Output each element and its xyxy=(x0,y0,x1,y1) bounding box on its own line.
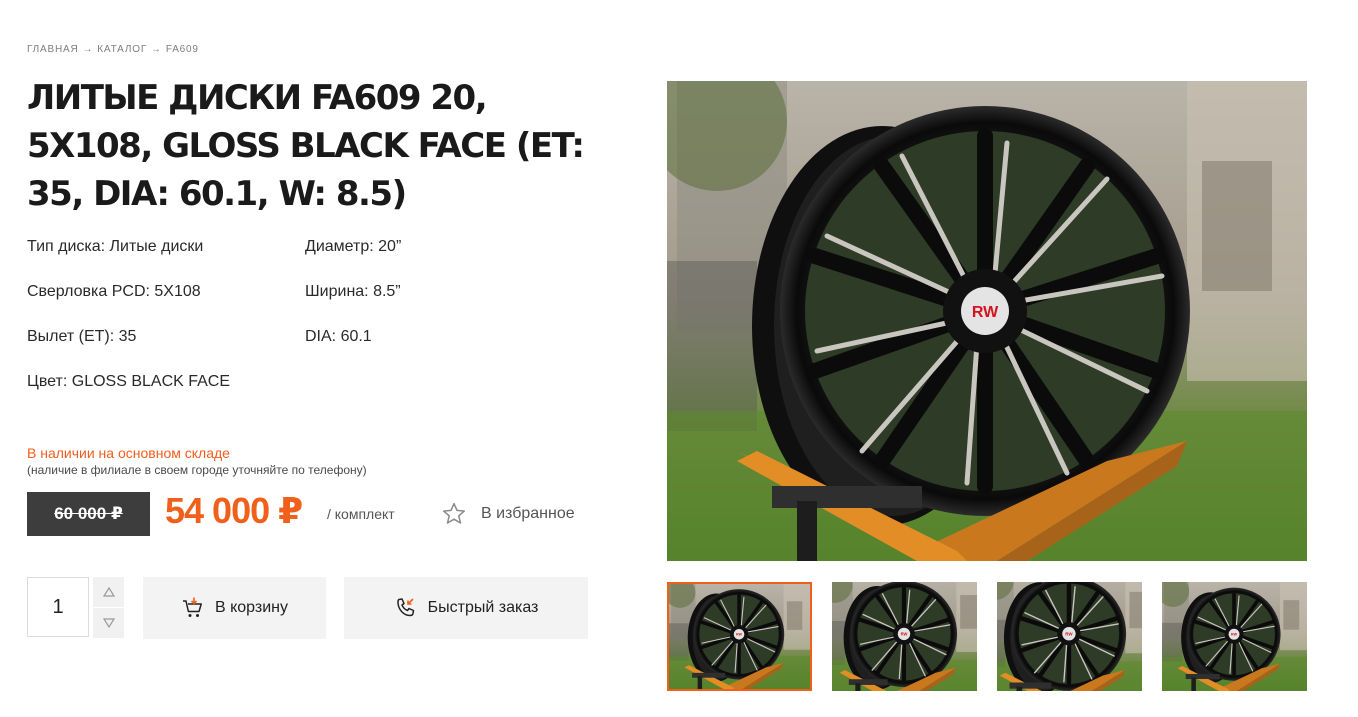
gallery-thumbnail-4[interactable] xyxy=(1162,582,1307,691)
quantity-increase-button[interactable] xyxy=(93,577,124,607)
breadcrumb-separator: → xyxy=(82,44,94,55)
breadcrumb-separator: → xyxy=(151,44,162,55)
spec-color: Цвет: GLOSS BLACK FACE xyxy=(27,373,231,390)
wheel-thumbnail-image xyxy=(669,584,810,689)
spec-et: Вылет (ET): 35 xyxy=(27,328,137,345)
spec-dia: DIA: 60.1 xyxy=(305,328,372,345)
breadcrumb-home-link[interactable]: ГЛАВНАЯ xyxy=(27,44,78,55)
spec-diameter: Диаметр: 20” xyxy=(305,238,402,255)
wheel-thumbnail-image xyxy=(1162,582,1307,691)
product-main-image[interactable] xyxy=(667,81,1307,561)
triangle-up-icon xyxy=(102,587,115,597)
phone-icon xyxy=(396,598,414,617)
spec-width: Ширина: 8.5” xyxy=(305,283,401,300)
gallery-thumbnail-1[interactable] xyxy=(667,582,812,691)
add-to-favorites-button[interactable]: В избранное xyxy=(441,500,575,528)
old-price: 60 000 ₽ xyxy=(54,504,123,523)
cart-icon xyxy=(182,597,202,617)
breadcrumb: ГЛАВНАЯ → КАТАЛОГ → FA609 xyxy=(27,44,199,55)
quantity-decrease-button[interactable] xyxy=(93,608,124,638)
add-to-cart-button[interactable]: В корзину xyxy=(143,577,326,639)
old-price-badge: 60 000 ₽ xyxy=(27,492,150,536)
triangle-down-icon xyxy=(102,618,115,628)
current-price: 54 000 ₽ xyxy=(165,490,303,531)
page-title: ЛИТЫЕ ДИСКИ FA609 20, 5X108, GLOSS BLACK… xyxy=(27,78,585,214)
stock-note: (наличие в филиале в своем городе уточня… xyxy=(27,463,367,477)
breadcrumb-current: FA609 xyxy=(165,44,199,55)
price-unit: / комплект xyxy=(327,506,395,522)
stock-status: В наличии на основном складе xyxy=(27,445,230,461)
favorites-label: В избранное xyxy=(481,505,575,522)
wheel-thumbnail-image xyxy=(832,582,977,691)
add-to-cart-label: В корзину xyxy=(214,599,289,616)
quantity-input[interactable]: 1 xyxy=(27,577,89,637)
wheel-thumbnail-image xyxy=(997,582,1142,691)
gallery-thumbnail-3[interactable] xyxy=(997,582,1142,691)
spec-type: Тип диска: Литые диски xyxy=(27,238,204,255)
quick-order-button[interactable]: Быстрый заказ xyxy=(344,577,588,639)
star-outline-icon xyxy=(442,502,466,524)
quick-order-label: Быстрый заказ xyxy=(427,599,539,616)
spec-pcd: Сверловка PCD: 5X108 xyxy=(27,283,201,300)
breadcrumb-catalog-link[interactable]: КАТАЛОГ xyxy=(97,44,147,55)
gallery-thumbnail-2[interactable] xyxy=(832,582,977,691)
